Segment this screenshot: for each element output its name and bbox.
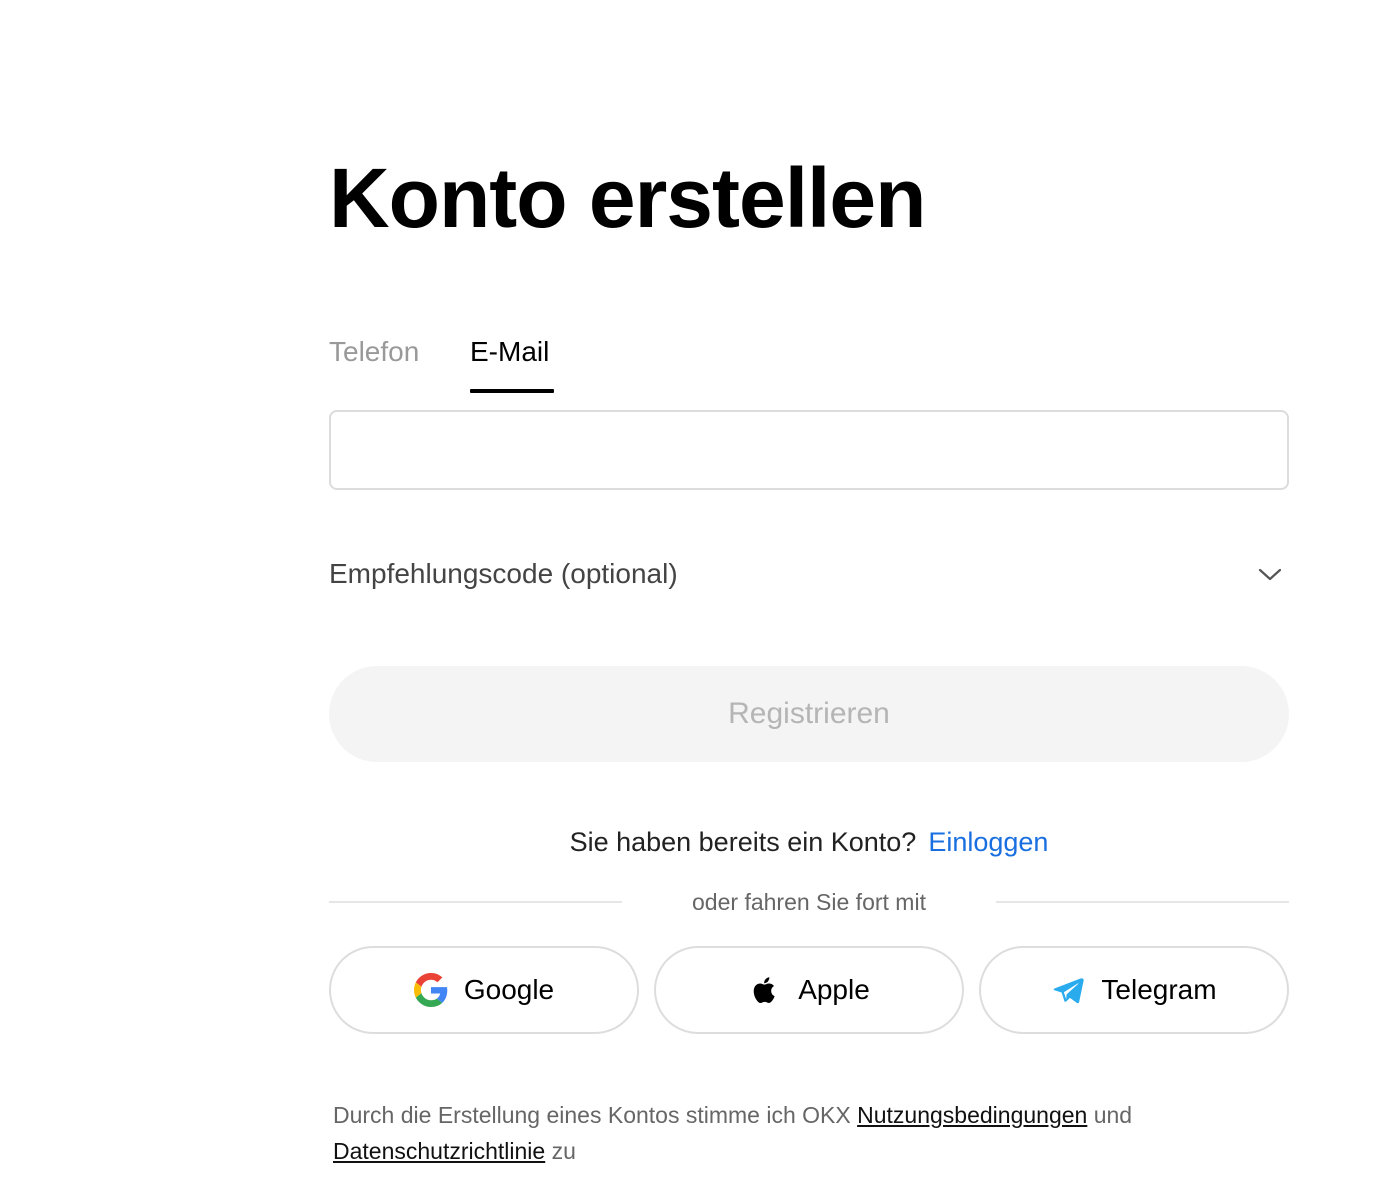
terms-prefix: Durch die Erstellung eines Kontos stimme… (333, 1102, 851, 1128)
privacy-policy-link[interactable]: Datenschutzrichtlinie (333, 1138, 545, 1164)
terms-middle: und (1093, 1102, 1133, 1128)
email-input[interactable] (329, 410, 1289, 490)
terms-suffix: zu (551, 1138, 576, 1164)
apple-login-button[interactable]: Apple (654, 946, 964, 1034)
page-title: Konto erstellen (329, 151, 926, 245)
tab-telefon[interactable]: Telefon (329, 330, 419, 374)
telegram-login-button[interactable]: Telegram (979, 946, 1289, 1034)
login-prompt-text: Sie haben bereits ein Konto? (569, 827, 917, 857)
terms-of-use-link[interactable]: Nutzungsbedingungen (857, 1102, 1087, 1128)
login-link[interactable]: Einloggen (928, 827, 1048, 857)
referral-code-toggle[interactable]: Empfehlungscode (optional) (329, 548, 1289, 600)
telegram-label: Telegram (1101, 974, 1217, 1005)
login-prompt: Sie haben bereits ein Konto? Einloggen (329, 820, 1289, 864)
active-tab-indicator (470, 389, 554, 393)
terms-notice: Durch die Erstellung eines Kontos stimme… (333, 1097, 1233, 1169)
social-divider: oder fahren Sie fort mit (329, 884, 1289, 920)
google-login-button[interactable]: Google (329, 946, 639, 1034)
signup-page: Konto erstellen Telefon E-Mail Empfehlun… (0, 0, 1378, 1202)
divider-line-right (996, 901, 1289, 903)
referral-code-label: Empfehlungscode (optional) (329, 558, 678, 589)
telegram-icon (1054, 978, 1085, 1004)
google-icon (413, 973, 448, 1007)
apple-icon (753, 977, 775, 1003)
chevron-down-icon (1258, 568, 1282, 581)
apple-label: Apple (798, 974, 870, 1005)
tab-email[interactable]: E-Mail (470, 330, 549, 374)
google-label: Google (463, 974, 555, 1005)
register-button[interactable]: Registrieren (329, 666, 1289, 762)
